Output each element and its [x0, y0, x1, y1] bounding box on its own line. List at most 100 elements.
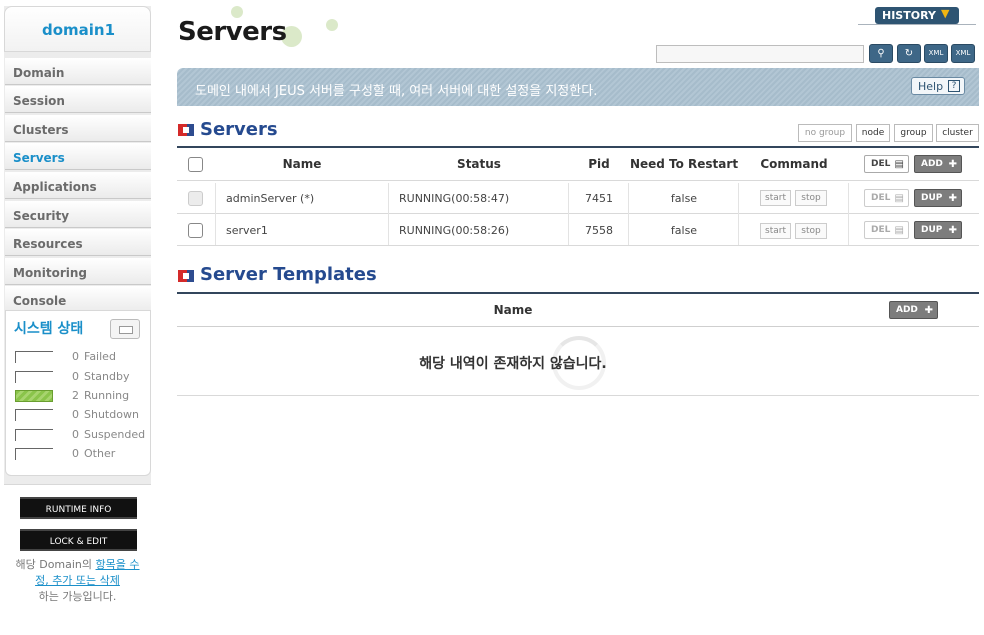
column-divider: [215, 183, 216, 245]
nav-item-applications[interactable]: Applications: [5, 172, 151, 199]
nav-item-monitoring[interactable]: Monitoring: [5, 258, 151, 285]
filter-group-button[interactable]: group: [894, 124, 933, 142]
del-button[interactable]: DEL ▤: [864, 155, 909, 173]
status-row-failed: 0 Failed: [14, 349, 150, 365]
status-count: 2: [72, 389, 79, 402]
add-button[interactable]: ADD ✚: [914, 155, 962, 173]
xml-export-icon[interactable]: XML: [924, 44, 948, 63]
nav-item-clusters[interactable]: Clusters: [5, 115, 151, 142]
status-count: 0: [72, 370, 79, 383]
monitor-icon[interactable]: [110, 319, 140, 339]
row-divider: [177, 326, 979, 327]
status-label: Standby: [84, 370, 130, 383]
status-bar: [15, 429, 53, 441]
dup-label: DUP: [921, 225, 943, 235]
nav-item-session[interactable]: Session: [5, 86, 151, 113]
history-label: HISTORY: [882, 9, 936, 22]
filter-no-group-button[interactable]: no group: [798, 124, 852, 142]
dup-label: DUP: [921, 193, 943, 203]
plus-icon: ✚: [948, 159, 957, 170]
help-label: Help: [918, 80, 944, 93]
add-label: ADD: [896, 305, 918, 315]
status-label: Suspended: [84, 428, 146, 441]
column-header-name: Name: [282, 157, 322, 171]
server-pid: 7558: [585, 224, 613, 237]
edit-note: 해당 Domain의 항목을 수정, 추가 또는 삭제 하는 가능입니다.: [10, 557, 145, 605]
server-name[interactable]: server1: [226, 224, 268, 237]
system-status-title: 시스템 상태: [14, 321, 84, 337]
edit-note-suffix: 하는 가능입니다.: [38, 590, 117, 603]
row-checkbox[interactable]: [188, 223, 203, 238]
sidebar: domain1 Domain Session Clusters Servers …: [4, 6, 151, 635]
status-count: 0: [72, 428, 79, 441]
copy-icon: ✚: [948, 193, 957, 204]
empty-message: 해당 내역이 존재하지 않습니다.: [419, 356, 607, 372]
trash-icon: ▤: [894, 159, 904, 170]
status-bar: [15, 390, 53, 402]
status-row-other: 0 Other: [14, 446, 150, 462]
edit-note-prefix: 해당 Domain의: [15, 558, 96, 571]
column-header-need-to-restart: Need To Restart: [629, 157, 739, 171]
filter-cluster-button[interactable]: cluster: [936, 124, 979, 142]
trash-icon: ▤: [894, 225, 904, 236]
del-label: DEL: [871, 193, 891, 203]
search-input[interactable]: [656, 45, 864, 63]
stop-button[interactable]: stop: [795, 223, 827, 239]
add-label: ADD: [921, 159, 943, 169]
templates-section-title: Server Templates: [200, 264, 377, 285]
section-icon: [178, 124, 194, 136]
row-divider: [177, 395, 979, 396]
row-del-button[interactable]: DEL ▤: [864, 189, 909, 207]
dup-button[interactable]: DUP ✚: [914, 221, 962, 239]
select-all-checkbox[interactable]: [188, 157, 203, 172]
row-divider: [177, 245, 979, 246]
start-button[interactable]: start: [760, 190, 791, 206]
column-divider: [848, 183, 849, 245]
dup-button[interactable]: DUP ✚: [914, 189, 962, 207]
row-divider: [177, 180, 979, 181]
question-icon: ?: [948, 80, 960, 92]
nav-item-security[interactable]: Security: [5, 201, 151, 228]
refresh-icon[interactable]: ↻: [897, 44, 921, 63]
status-row-standby: 0 Standby: [14, 369, 150, 385]
templates-column-header-name: Name: [493, 303, 533, 317]
start-button[interactable]: start: [760, 223, 791, 239]
server-need-to-restart: false: [670, 224, 698, 237]
edit-tools: RUNTIME INFO LOCK & EDIT 해당 Domain의 항목을 …: [4, 484, 151, 635]
description-bar: 도메인 내에서 JEUS 서버를 구성할 때, 여러 서버에 대한 설정을 지정…: [177, 68, 979, 106]
chevron-down-icon: ▼: [941, 7, 950, 20]
status-row-shutdown: 0 Shutdown: [14, 407, 150, 423]
template-add-button[interactable]: ADD ✚: [889, 301, 938, 319]
xml-import-icon[interactable]: XML: [951, 44, 975, 63]
status-label: Other: [84, 447, 116, 460]
stop-button[interactable]: stop: [795, 190, 827, 206]
system-status-panel: 시스템 상태 0 Failed 0 Standby 2 Running 0 Sh…: [5, 310, 151, 476]
lock-edit-button[interactable]: LOCK & EDIT: [20, 529, 137, 551]
section-divider: [177, 146, 979, 148]
nav-item-servers[interactable]: Servers: [5, 143, 151, 170]
status-bar: [15, 371, 53, 383]
column-divider: [568, 183, 569, 245]
domain-name[interactable]: domain1: [5, 21, 152, 39]
row-del-button[interactable]: DEL ▤: [864, 221, 909, 239]
server-status: RUNNING(00:58:47): [399, 192, 510, 205]
search-icon[interactable]: ⚲: [869, 44, 893, 63]
nav-item-console[interactable]: Console: [5, 286, 151, 313]
status-bar: [15, 351, 53, 363]
status-label: Failed: [84, 350, 116, 363]
status-label: Shutdown: [84, 408, 139, 421]
help-button[interactable]: Help ?: [911, 77, 965, 95]
status-bar: [15, 409, 53, 421]
column-divider: [738, 183, 739, 245]
trash-icon: ▤: [894, 193, 904, 204]
nav-item-resources[interactable]: Resources: [5, 229, 151, 256]
nav-item-domain[interactable]: Domain: [5, 58, 151, 85]
history-button[interactable]: HISTORY ▼: [875, 7, 959, 24]
server-pid: 7451: [585, 192, 613, 205]
filter-node-button[interactable]: node: [856, 124, 890, 142]
runtime-info-button[interactable]: RUNTIME INFO: [20, 497, 137, 519]
decoration-dot: [326, 19, 338, 31]
server-name[interactable]: adminServer (*): [226, 192, 314, 205]
row-checkbox[interactable]: [188, 191, 203, 206]
copy-icon: ✚: [948, 225, 957, 236]
